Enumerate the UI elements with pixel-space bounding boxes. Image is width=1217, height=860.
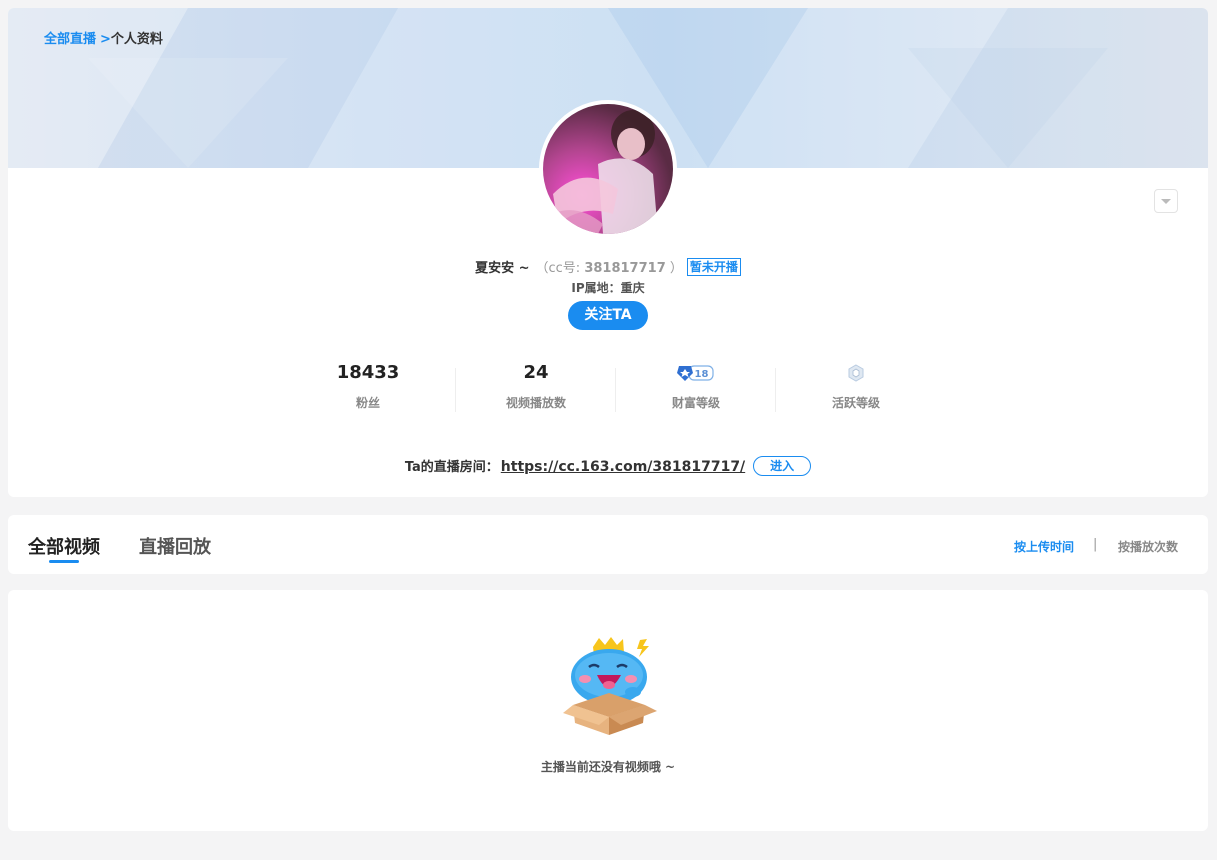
breadcrumb-current: 个人资料 — [110, 32, 163, 47]
avatar-image — [543, 104, 673, 234]
wealth-level-label: 财富等级 — [671, 396, 720, 410]
sort-separator: | — [1093, 537, 1098, 552]
follow-button[interactable]: 关注TA — [568, 301, 648, 330]
breadcrumb-separator: > — [100, 32, 111, 47]
breadcrumb: 全部直播 >个人资料 — [44, 28, 163, 47]
empty-box-mascot-icon — [563, 637, 657, 735]
stat-video-plays: 24 视频播放数 — [456, 360, 616, 416]
breadcrumb-all-live-link[interactable]: 全部直播 — [44, 32, 96, 47]
avatar[interactable] — [539, 100, 677, 238]
empty-state-illustration — [561, 635, 661, 739]
active-tab-indicator — [49, 560, 79, 563]
profile-card: 全部直播 >个人资料 夏安安 ~ （cc号: 381817717 ）暂未开播 I… — [8, 8, 1208, 497]
video-list-area: 主播当前还没有视频哦 ~ — [8, 590, 1208, 831]
activity-level-badge — [776, 360, 936, 386]
wealth-level-badge: 18 — [616, 360, 776, 386]
sort-by-upload-time[interactable]: 按上传时间 — [1014, 538, 1074, 555]
fans-count: 18433 — [336, 362, 400, 383]
tab-live-replays[interactable]: 直播回放 — [139, 533, 211, 559]
enter-room-button[interactable]: 进入 — [753, 456, 812, 476]
name-row: 夏安安 ~ （cc号: 381817717 ）暂未开播 — [8, 257, 1208, 276]
cc-number-value: 381817717 — [584, 261, 666, 276]
collapse-toggle-button[interactable] — [1154, 189, 1178, 213]
stat-fans: 18433 粉丝 — [288, 360, 448, 416]
video-plays-count: 24 — [523, 362, 549, 383]
wealth-level-badge-icon: 18 — [677, 365, 714, 381]
tab-all-videos[interactable]: 全部视频 — [28, 533, 100, 559]
activity-level-label: 活跃等级 — [831, 396, 880, 410]
stats-row: 18433 粉丝 24 视频播放数 18 财富等级 活跃等级 — [288, 360, 928, 416]
sort-by-play-count[interactable]: 按播放次数 — [1118, 538, 1178, 555]
live-room-link[interactable]: https://cc.163.com/381817717/ — [501, 459, 745, 475]
cc-number: （cc号: 381817717 ） — [536, 261, 683, 276]
live-status-badge: 暂未开播 — [686, 258, 741, 276]
empty-state-message: 主播当前还没有视频哦 ~ — [540, 760, 676, 774]
cc-number-close: ） — [665, 261, 683, 276]
streamer-nickname: 夏安安 ~ — [475, 261, 530, 276]
stat-activity-level: 活跃等级 — [776, 360, 936, 416]
ip-location: IP属地：重庆 — [571, 281, 645, 295]
video-tabs-bar: 全部视频 直播回放 按上传时间 | 按播放次数 — [8, 515, 1208, 574]
live-room-row: Ta的直播房间： https://cc.163.com/381817717/进入 — [8, 456, 1208, 476]
caret-down-icon — [1161, 199, 1171, 204]
cc-number-label: （cc号: — [535, 261, 585, 276]
video-plays-label: 视频播放数 — [505, 396, 566, 410]
fans-label: 粉丝 — [355, 396, 380, 410]
wealth-level-number: 18 — [695, 369, 709, 380]
stat-wealth-level: 18 财富等级 — [616, 360, 776, 416]
activity-level-badge-icon — [848, 364, 864, 382]
live-room-label: Ta的直播房间： — [404, 460, 499, 475]
